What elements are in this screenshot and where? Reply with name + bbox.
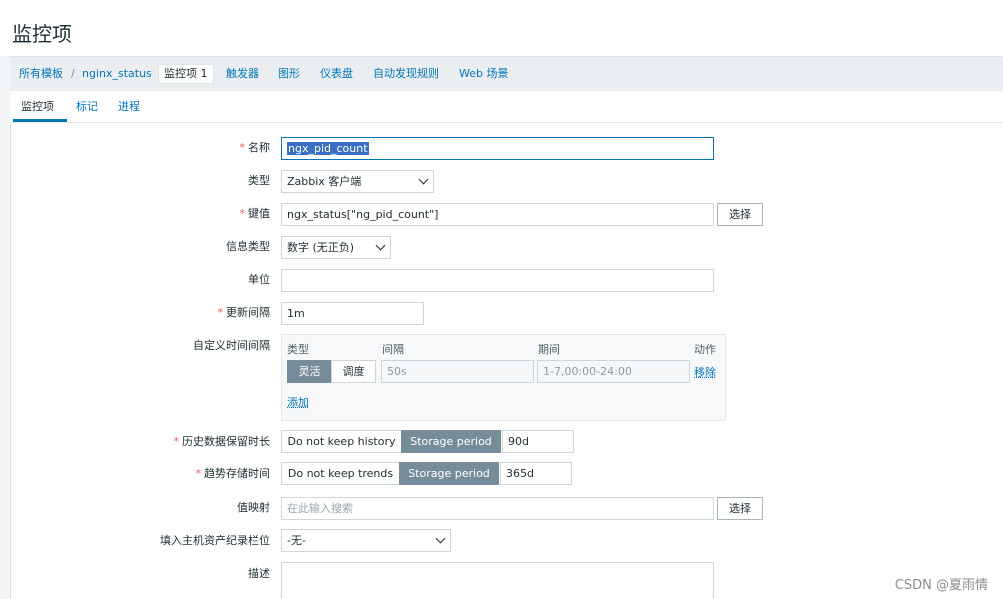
add-link[interactable]: 添加 <box>287 394 309 410</box>
col-type: 类型 <box>287 343 309 356</box>
page-title: 监控项 <box>12 22 72 46</box>
valuemap-label: 值映射 <box>237 501 270 514</box>
units-input[interactable] <box>281 269 714 292</box>
key-select-button[interactable]: 选择 <box>717 203 763 226</box>
nav-items-label: 监控项 <box>164 67 197 80</box>
info-type-label: 信息类型 <box>226 240 270 253</box>
key-label: * 键值 <box>239 207 271 220</box>
custom-intervals-table: 类型 间隔 期间 动作 灵活 调度 50s 1-7,00:00-24:00 移除… <box>281 334 726 421</box>
nav-discovery-rules[interactable]: 自动发现规则 <box>373 65 439 83</box>
item-form: * 名称 ngx_pid_count 类型 Zabbix 客户端 * 键值 ngx_… <box>10 123 1003 599</box>
nav-dashboards[interactable]: 仪表盘 <box>320 65 353 83</box>
custom-period-input[interactable]: 1-7,00:00-24:00 <box>537 360 690 383</box>
info-type-select[interactable]: 数字 (无正负) <box>281 236 391 259</box>
type-select[interactable]: Zabbix 客户端 <box>281 170 434 193</box>
interval-input[interactable]: 1m <box>281 302 424 325</box>
name-input[interactable]: ngx_pid_count <box>281 137 714 160</box>
col-action: 动作 <box>694 343 716 356</box>
description-textarea[interactable] <box>281 562 714 599</box>
nav-web-scenarios[interactable]: Web 场景 <box>459 65 508 83</box>
nav-all-templates[interactable]: 所有模板 <box>19 65 63 83</box>
key-input[interactable]: ngx_status["ng_pid_count"] <box>281 203 714 226</box>
units-label: 单位 <box>248 273 270 286</box>
inventory-label: 填入主机资产纪录栏位 <box>160 534 270 547</box>
nav-template-name[interactable]: nginx_status <box>82 65 152 83</box>
nav-graphs[interactable]: 图形 <box>278 65 300 83</box>
active-tab-underline <box>13 119 67 122</box>
info-type-value: 数字 (无正负) <box>287 241 355 254</box>
tab-tags[interactable]: 标记 <box>76 99 98 115</box>
tab-preprocessing[interactable]: 进程 <box>118 99 140 115</box>
scheduling-toggle[interactable]: 调度 <box>331 360 376 383</box>
type-value: Zabbix 客户端 <box>287 175 362 188</box>
history-period-input[interactable]: 90d <box>502 430 574 453</box>
trends-period-input[interactable]: 365d <box>500 462 572 485</box>
col-interval: 间隔 <box>382 343 404 356</box>
nav-triggers[interactable]: 触发器 <box>226 65 259 83</box>
tab-item[interactable]: 监控项 <box>21 99 54 115</box>
custom-interval-input[interactable]: 50s <box>381 360 534 383</box>
trends-storage-toggle[interactable]: Storage period <box>399 462 499 485</box>
history-no-keep-toggle[interactable]: Do not keep history <box>281 430 402 453</box>
remove-link[interactable]: 移除 <box>694 364 716 380</box>
inventory-select[interactable]: -无- <box>281 529 451 552</box>
interval-label: * 更新间隔 <box>217 306 271 319</box>
breadcrumb-nav: 所有模板 / nginx_status 监控项 1 触发器 图形 仪表盘 自动发… <box>10 56 1003 91</box>
name-value: ngx_pid_count <box>287 142 369 155</box>
col-period: 期间 <box>538 343 560 356</box>
left-stripe <box>0 56 10 599</box>
form-tabs: 监控项 标记 进程 <box>10 91 1003 123</box>
nav-items-count: 1 <box>200 67 208 80</box>
trends-no-keep-toggle[interactable]: Do not keep trends <box>281 462 400 485</box>
type-label: 类型 <box>248 174 270 187</box>
history-label: * 历史数据保留时长 <box>173 435 271 448</box>
chevron-down-icon <box>435 533 446 544</box>
custom-intervals-label: 自定义时间间隔 <box>193 339 270 352</box>
chevron-down-icon <box>375 240 386 251</box>
nav-items-tab[interactable]: 监控项 1 <box>158 64 214 84</box>
trends-label: * 趋势存储时间 <box>195 467 271 480</box>
description-label: 描述 <box>248 567 270 580</box>
valuemap-select-button[interactable]: 选择 <box>717 497 763 520</box>
valuemap-search-input[interactable]: 在此输入搜索 <box>281 497 714 520</box>
inventory-value: -无- <box>287 534 306 547</box>
flexible-toggle[interactable]: 灵活 <box>287 360 332 383</box>
watermark: CSDN @夏雨情 <box>894 578 988 593</box>
name-label: * 名称 <box>239 141 271 154</box>
breadcrumb-separator: / <box>71 67 75 80</box>
required-mark: * <box>239 141 246 154</box>
chevron-down-icon <box>418 174 429 185</box>
history-storage-toggle[interactable]: Storage period <box>401 430 501 453</box>
